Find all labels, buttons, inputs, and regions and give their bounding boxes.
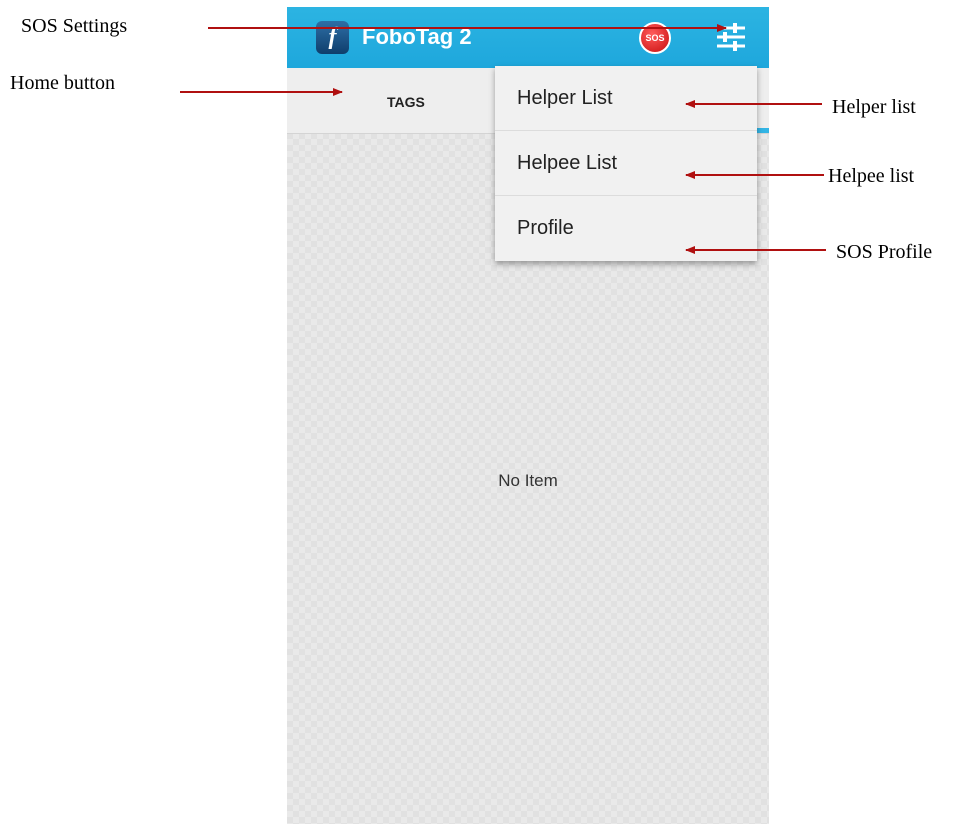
annotation-arrows (180, 24, 826, 254)
